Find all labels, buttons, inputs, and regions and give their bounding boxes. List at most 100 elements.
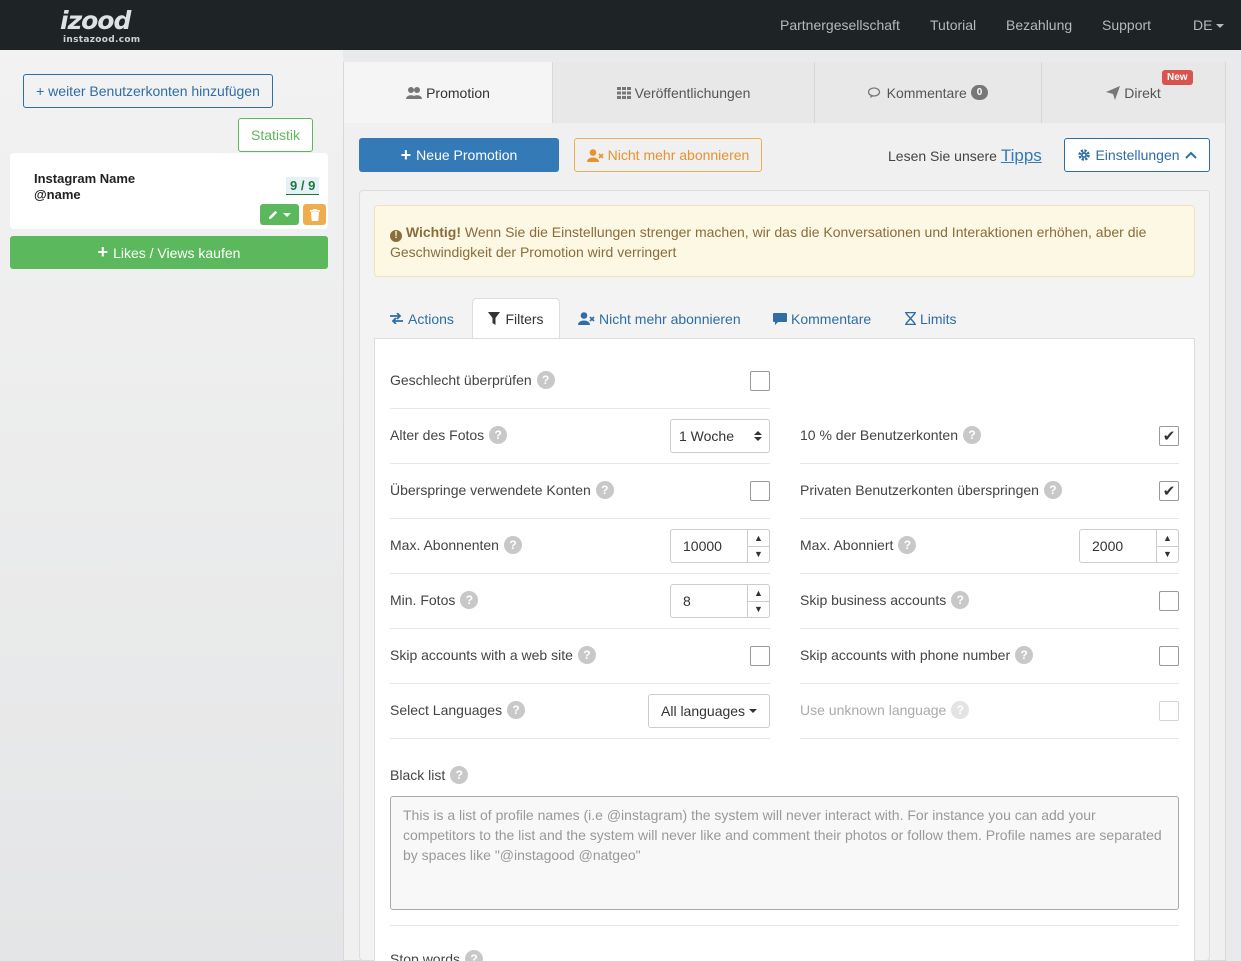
gender-check-checkbox[interactable] bbox=[750, 371, 770, 391]
black-list-textarea[interactable]: This is a list of profile names (i.e @in… bbox=[390, 796, 1179, 910]
max-followers-value: 10000 bbox=[683, 538, 722, 554]
row-divider bbox=[390, 925, 1179, 926]
min-photos-input[interactable]: 8 ▲ ▼ bbox=[670, 584, 770, 618]
tab-promotion-label: Promotion bbox=[426, 84, 490, 101]
chevron-down-icon[interactable]: ▼ bbox=[1157, 547, 1178, 563]
subtab-actions[interactable]: Actions bbox=[390, 298, 454, 339]
warning-alert: ! Wichtig! Wenn Sie die Einstellungen st… bbox=[374, 205, 1195, 277]
row-divider bbox=[390, 573, 770, 574]
settings-button[interactable]: Einstellungen bbox=[1064, 138, 1210, 172]
max-followers-text: Max. Abonnenten bbox=[390, 537, 499, 553]
new-promotion-button[interactable]: + Neue Promotion bbox=[359, 138, 559, 172]
help-icon[interactable]: ? bbox=[1043, 481, 1062, 499]
tab-comments[interactable]: Kommentare 0 bbox=[815, 62, 1042, 123]
filter-icon bbox=[488, 312, 501, 325]
statistics-button[interactable]: Statistik bbox=[238, 118, 313, 152]
chevron-up-icon[interactable]: ▲ bbox=[748, 530, 769, 547]
gender-check-label: Geschlecht überprüfen? bbox=[390, 371, 555, 389]
account-card[interactable]: Instagram Name @name 9 / 9 bbox=[10, 153, 328, 229]
row-divider bbox=[390, 518, 770, 519]
min-photos-value: 8 bbox=[683, 593, 691, 609]
skip-used-checkbox[interactable] bbox=[750, 481, 770, 501]
photo-age-value: 1 Woche bbox=[679, 428, 734, 444]
tips-link[interactable]: Tipps bbox=[1001, 146, 1042, 165]
help-icon[interactable]: ? bbox=[898, 536, 917, 554]
subtab-limits[interactable]: Limits bbox=[905, 298, 957, 339]
select-languages-label: Select Languages? bbox=[390, 701, 526, 719]
tab-promotion[interactable]: Promotion bbox=[344, 62, 553, 123]
row-divider bbox=[390, 628, 770, 629]
unknown-language-label: Use unknown language? bbox=[800, 701, 970, 719]
help-icon[interactable]: ? bbox=[595, 481, 614, 499]
subtab-actions-label: Actions bbox=[408, 310, 454, 327]
min-photos-text: Min. Fotos bbox=[390, 592, 456, 608]
account-count[interactable]: 9 / 9 bbox=[286, 177, 320, 195]
skip-private-label: Privaten Benutzerkonten überspringen? bbox=[800, 481, 1062, 499]
account-name: Instagram Name bbox=[34, 171, 136, 186]
subtab-comments[interactable]: Kommentare bbox=[773, 298, 871, 339]
help-icon[interactable]: ? bbox=[507, 701, 526, 719]
logo-text: izood bbox=[60, 6, 131, 35]
languages-dropdown[interactable]: All languages bbox=[648, 694, 770, 728]
skip-website-label: Skip accounts with a web site? bbox=[390, 646, 596, 664]
nav-payment[interactable]: Bezahlung bbox=[1006, 17, 1072, 33]
help-icon[interactable]: ? bbox=[963, 426, 981, 444]
settings-label: Einstellungen bbox=[1095, 147, 1180, 163]
languages-value: All languages bbox=[661, 703, 746, 719]
tab-direct[interactable]: Direkt bbox=[1042, 62, 1225, 123]
help-icon[interactable]: ? bbox=[577, 646, 596, 664]
help-icon[interactable]: ? bbox=[951, 591, 970, 609]
help-icon[interactable]: ? bbox=[951, 701, 970, 719]
help-icon[interactable]: ? bbox=[503, 536, 522, 554]
help-icon[interactable]: ? bbox=[465, 950, 484, 961]
unsubscribe-button[interactable]: Nicht mehr abonnieren bbox=[574, 138, 762, 172]
nav-partner[interactable]: Partnergesellschaft bbox=[780, 17, 900, 33]
skip-website-checkbox[interactable] bbox=[750, 646, 770, 666]
nav-support[interactable]: Support bbox=[1102, 17, 1151, 33]
skip-phone-checkbox[interactable] bbox=[1159, 646, 1179, 666]
delete-account-button[interactable] bbox=[303, 204, 326, 225]
black-list-text: Black list bbox=[390, 767, 446, 783]
unknown-language-checkbox[interactable] bbox=[1159, 701, 1179, 721]
subtab-filters[interactable]: Filters bbox=[472, 298, 560, 339]
nav-tutorial[interactable]: Tutorial bbox=[930, 17, 976, 33]
buy-likes-button[interactable]: + Likes / Views kaufen bbox=[10, 236, 328, 269]
help-icon[interactable]: ? bbox=[489, 426, 508, 444]
row-divider bbox=[390, 683, 770, 684]
skip-business-checkbox[interactable] bbox=[1159, 591, 1179, 611]
skip-private-checkbox[interactable]: ✔ bbox=[1159, 481, 1179, 501]
number-stepper[interactable]: ▲ ▼ bbox=[747, 530, 769, 562]
chevron-up-icon[interactable]: ▲ bbox=[748, 585, 769, 602]
add-account-button[interactable]: + weiter Benutzerkonten hinzufügen bbox=[23, 74, 273, 108]
chevron-down-icon[interactable]: ▼ bbox=[748, 547, 769, 563]
skip-phone-label: Skip accounts with phone number? bbox=[800, 646, 1034, 664]
chevron-down-icon[interactable]: ▼ bbox=[748, 602, 769, 618]
max-followers-input[interactable]: 10000 ▲ ▼ bbox=[670, 529, 770, 563]
ten-percent-checkbox[interactable]: ✔ bbox=[1159, 426, 1179, 446]
help-icon[interactable]: ? bbox=[460, 591, 479, 609]
skip-business-text: Skip business accounts bbox=[800, 592, 947, 608]
top-navbar: izood instazood.com Partnergesellschaft … bbox=[0, 0, 1241, 50]
chevron-up-icon[interactable]: ▲ bbox=[1157, 530, 1178, 547]
chevron-down-icon bbox=[1216, 24, 1225, 29]
tab-publications[interactable]: Veröffentlichungen bbox=[553, 62, 815, 123]
help-icon[interactable]: ? bbox=[450, 766, 469, 784]
user-remove-icon bbox=[586, 148, 604, 162]
help-icon[interactable]: ? bbox=[1015, 646, 1034, 664]
number-stepper[interactable]: ▲ ▼ bbox=[747, 585, 769, 617]
number-stepper[interactable]: ▲ ▼ bbox=[1156, 530, 1178, 562]
subtab-unsubscribe[interactable]: Nicht mehr abonnieren bbox=[578, 298, 741, 339]
row-divider bbox=[390, 738, 770, 739]
skip-website-text: Skip accounts with a web site bbox=[390, 647, 573, 663]
row-divider bbox=[800, 463, 1179, 464]
max-following-input[interactable]: 2000 ▲ ▼ bbox=[1079, 529, 1179, 563]
max-following-text: Max. Abonniert bbox=[800, 537, 894, 553]
photo-age-select[interactable]: 1 Woche bbox=[670, 419, 770, 453]
trash-icon bbox=[309, 208, 320, 221]
edit-dropdown-button[interactable] bbox=[260, 204, 299, 225]
language-dropdown[interactable]: DE bbox=[1193, 17, 1225, 33]
help-icon[interactable]: ? bbox=[536, 371, 555, 389]
stop-words-label: Stop words? bbox=[390, 950, 484, 961]
users-icon bbox=[406, 86, 423, 99]
logo[interactable]: izood instazood.com bbox=[60, 6, 150, 46]
